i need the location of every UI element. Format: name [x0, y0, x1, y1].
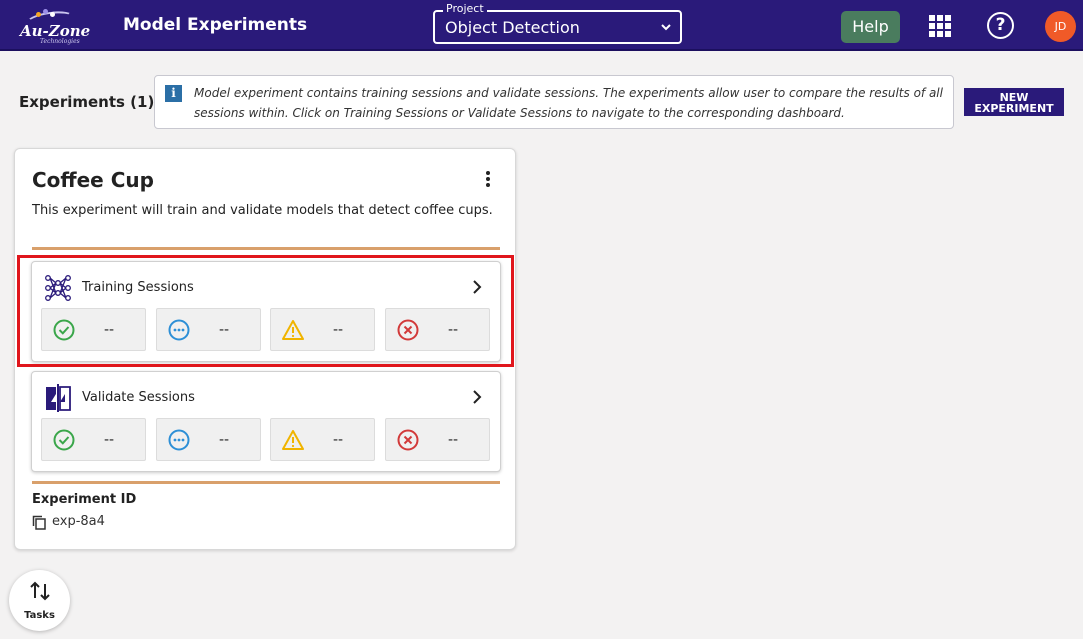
project-select-legend: Project	[443, 3, 487, 15]
au-zone-logo[interactable]: Au-Zone Technologies	[18, 8, 90, 45]
new-experiment-button[interactable]: NEW EXPERIMENT	[964, 88, 1064, 116]
experiments-heading: Experiments (1)	[19, 93, 155, 111]
divider	[32, 481, 500, 484]
help-circle-icon[interactable]: ?	[987, 12, 1014, 39]
tasks-label: Tasks	[24, 610, 55, 621]
experiment-title: Coffee Cup	[32, 168, 154, 192]
divider	[32, 247, 500, 250]
check-circle-icon	[53, 429, 75, 451]
user-avatar[interactable]: JD	[1045, 11, 1076, 42]
error-circle-icon	[397, 429, 419, 451]
logo-dots	[32, 8, 62, 22]
copy-icon[interactable]	[32, 515, 46, 530]
highlight-box	[17, 255, 514, 367]
chevron-down-icon	[661, 24, 671, 31]
apps-grid-icon[interactable]	[929, 15, 951, 37]
validate-sessions-label: Validate Sessions	[82, 390, 195, 405]
validate-warning-stat[interactable]: --	[270, 418, 375, 461]
logo-subtext: Technologies	[40, 38, 80, 45]
app-title: Model Experiments	[123, 15, 308, 35]
chevron-right-icon[interactable]	[472, 390, 482, 404]
new-experiment-label-line2: EXPERIMENT	[974, 102, 1054, 115]
compare-icon	[46, 384, 71, 412]
warning-triangle-icon	[282, 430, 304, 450]
stat-value: --	[448, 432, 459, 448]
info-box: i Model experiment contains training ses…	[154, 75, 954, 129]
more-vert-icon[interactable]	[485, 171, 491, 189]
info-text: Model experiment contains training sessi…	[194, 86, 943, 120]
stat-value: --	[219, 432, 230, 448]
experiment-description: This experiment will train and validate …	[32, 203, 493, 218]
stat-value: --	[104, 432, 115, 448]
help-button[interactable]: Help	[841, 11, 900, 43]
project-select[interactable]: Project Object Detection	[433, 3, 682, 44]
experiment-id-label: Experiment ID	[32, 492, 137, 507]
validate-error-stat[interactable]: --	[385, 418, 490, 461]
top-bar: Au-Zone Technologies Model Experiments P…	[0, 0, 1083, 51]
stat-value: --	[333, 432, 344, 448]
sort-arrows-icon	[30, 581, 50, 601]
info-icon: i	[165, 85, 182, 102]
experiment-id-value: exp-8a4	[52, 514, 105, 529]
validate-running-stat[interactable]: --	[156, 418, 261, 461]
ellipsis-circle-icon	[168, 429, 190, 451]
tasks-button[interactable]: Tasks	[9, 570, 70, 631]
validate-sessions-panel[interactable]: Validate Sessions -- -- -- --	[31, 371, 501, 472]
project-select-value: Object Detection	[445, 18, 580, 37]
validate-completed-stat[interactable]: --	[41, 418, 146, 461]
